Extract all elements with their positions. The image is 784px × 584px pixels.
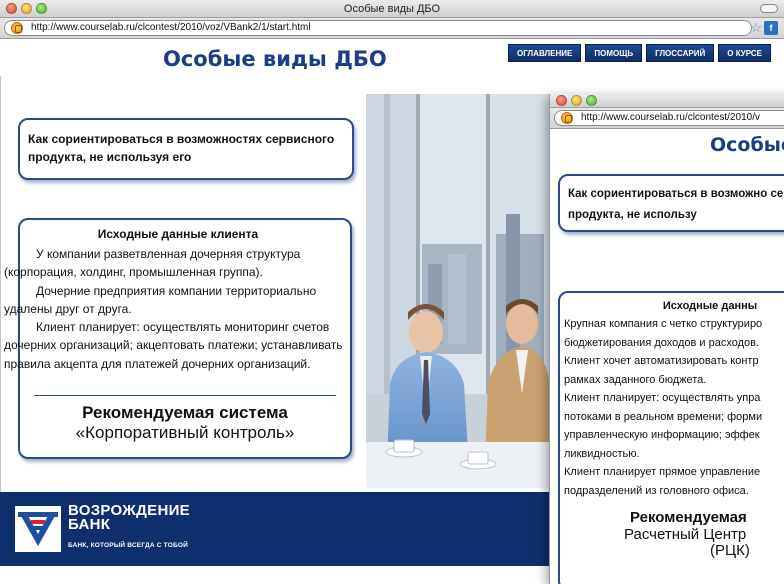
site-favicon-icon <box>11 22 23 34</box>
second-system-line1: Расчетный Центр <box>624 526 747 543</box>
url-text: http://www.courselab.ru/clcontest/2010/v… <box>31 22 311 33</box>
second-page-title: Особые <box>710 134 784 156</box>
left-divider <box>0 76 1 492</box>
toolbar-toggle-button[interactable] <box>760 4 778 13</box>
second-zoom-button[interactable] <box>586 95 597 106</box>
recommended-system: «Корпоративный контроль» <box>75 423 295 442</box>
second-client-line: Крупная компания с четко структуриро <box>564 318 763 330</box>
second-client-line: Клиент хочет автоматизировать контр <box>564 355 759 367</box>
zoom-window-button[interactable] <box>36 3 47 14</box>
bank-slogan: БАНК, КОТОРЫЙ ВСЕГДА С ТОБОЙ <box>68 542 188 549</box>
second-question-card: Как сориентироваться в возможно сервисно… <box>558 174 784 232</box>
second-client-lines: Крупная компания с четко структуриро бюд… <box>564 315 784 500</box>
nav-help-button[interactable]: ПОМОЩЬ <box>585 44 643 62</box>
window-controls <box>6 3 47 14</box>
title-bar: Особые виды ДБО <box>0 0 784 18</box>
second-recommendation-heading: Рекомендуемая <box>630 509 747 526</box>
second-question-text: Как сориентироваться в возможно сервисно… <box>568 188 784 221</box>
second-address-bar: http://www.courselab.ru/clcontest/2010/v <box>550 108 784 129</box>
bank-logo-icon <box>15 506 61 552</box>
page-title: Особые виды ДБО <box>163 47 387 71</box>
client-paragraph: Клиент планирует: осуществлять мониторин… <box>4 320 343 371</box>
close-window-button[interactable] <box>6 3 17 14</box>
second-client-line: Клиент планирует: осуществлять упра <box>564 392 761 404</box>
second-client-line: управленческую информацию; эффек <box>564 429 760 441</box>
second-url-text: http://www.courselab.ru/clcontest/2010/v <box>581 112 760 123</box>
nav-contents-button[interactable]: ОГЛАВЛЕНИЕ <box>508 44 582 62</box>
nav-glossary-button[interactable]: ГЛОССАРИЙ <box>646 44 715 62</box>
second-title-bar <box>550 94 784 108</box>
bank-name: ВОЗРОЖДЕНИЕ БАНК <box>68 503 190 533</box>
second-client-line: подразделений из головного офиса. <box>564 484 749 497</box>
facebook-addon-icon[interactable]: f <box>764 21 778 35</box>
second-system-line2: (РЦК) <box>710 542 750 559</box>
business-meeting-photo <box>366 94 550 488</box>
url-field[interactable]: http://www.courselab.ru/clcontest/2010/v… <box>4 20 752 36</box>
question-text: Как сориентироваться в возможностях серв… <box>28 132 335 164</box>
second-client-line: ликвидностью. <box>564 447 640 460</box>
bank-footer: ВОЗРОЖДЕНИЕ БАНК БАНК, КОТОРЫЙ ВСЕГДА С … <box>0 492 549 566</box>
client-paragraph: У компании разветвленная дочерняя структ… <box>4 247 301 280</box>
course-nav: ОГЛАВЛЕНИЕ ПОМОЩЬ ГЛОССАРИЙ О КУРСЕ <box>508 44 772 62</box>
client-data-heading: Исходные данные клиента <box>97 227 259 241</box>
second-client-line: Клиент планирует прямое управление <box>564 466 761 478</box>
recommendation-block: Рекомендуемая система «Корпоративный кон… <box>18 403 352 443</box>
client-data-content: Исходные данные клиента У компании разве… <box>4 227 352 373</box>
second-client-content: Исходные данны <box>560 300 784 312</box>
second-window-controls <box>556 95 597 106</box>
second-favicon-icon <box>561 112 573 124</box>
second-client-line: рамках заданного бюджета. <box>564 373 707 386</box>
minimize-window-button[interactable] <box>21 3 32 14</box>
second-client-heading: Исходные данны <box>662 300 758 312</box>
second-close-button[interactable] <box>556 95 567 106</box>
question-card: Как сориентироваться в возможностях серв… <box>18 118 354 180</box>
client-paragraph: Дочерние предприятия компании территориа… <box>4 283 317 316</box>
client-data-body: У компании разветвленная дочерняя структ… <box>4 245 352 373</box>
bookmark-star-icon[interactable]: ☆ <box>750 20 762 36</box>
nav-about-button[interactable]: О КУРСЕ <box>718 44 772 62</box>
address-bar: http://www.courselab.ru/clcontest/2010/v… <box>0 18 784 39</box>
second-client-line: потоками в реальном времени; форми <box>564 410 763 423</box>
second-browser-window: http://www.courselab.ru/clcontest/2010/v… <box>549 94 784 584</box>
second-url-field[interactable]: http://www.courselab.ru/clcontest/2010/v <box>554 110 784 126</box>
bank-name-line2: БАНК <box>68 516 111 533</box>
second-minimize-button[interactable] <box>571 95 582 106</box>
recommendation-heading: Рекомендуемая система <box>82 403 288 422</box>
address-bar-actions: ☆ f <box>750 20 778 36</box>
second-client-line: бюджетирования доходов и расходов. <box>564 336 760 349</box>
window-title: Особые виды ДБО <box>343 3 441 15</box>
recommendation-separator <box>34 395 336 396</box>
